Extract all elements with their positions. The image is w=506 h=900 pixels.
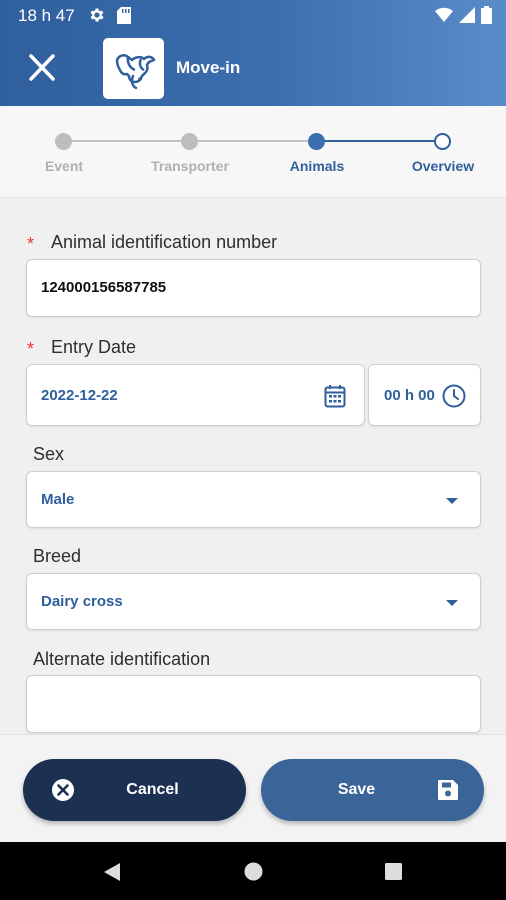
signal-icon xyxy=(459,7,475,23)
chevron-down-icon[interactable] xyxy=(446,498,458,504)
cancel-label: Cancel xyxy=(126,781,179,798)
alt-id-label: Alternate identification xyxy=(33,649,211,669)
nav-back-icon[interactable] xyxy=(103,862,121,882)
calendar-icon[interactable] xyxy=(324,384,346,408)
progress-stepper: Event Transporter Animals Overview xyxy=(0,106,506,198)
sex-value: Male xyxy=(41,491,75,508)
step-dot-transporter[interactable] xyxy=(181,133,198,150)
cow-logo-icon xyxy=(115,53,155,89)
cancel-button[interactable]: Cancel xyxy=(23,759,246,821)
step-dot-overview[interactable] xyxy=(434,133,451,150)
system-nav-bar xyxy=(0,842,506,900)
required-marker: * xyxy=(27,339,35,359)
step-dot-event[interactable] xyxy=(55,133,72,150)
breed-select[interactable]: Dairy cross xyxy=(26,573,481,630)
breed-label: Breed xyxy=(33,546,82,566)
status-right-icons xyxy=(435,6,492,24)
step-dot-animals[interactable] xyxy=(308,133,325,150)
app-logo xyxy=(103,38,164,99)
animal-form: * Animal identification number 124000156… xyxy=(0,198,506,734)
entry-date-input[interactable]: 2022-12-22 xyxy=(26,364,365,426)
close-icon[interactable] xyxy=(22,50,62,86)
status-time: 18 h 47 xyxy=(18,6,75,25)
sd-card-icon xyxy=(117,7,131,24)
entry-time-value: 00 h 00 xyxy=(384,387,435,404)
action-bar: Cancel Save xyxy=(0,734,506,842)
animal-id-value: 124000156587785 xyxy=(41,279,167,296)
app-header: 18 h 47 Move-in xyxy=(0,0,506,106)
animal-id-input[interactable]: 124000156587785 xyxy=(26,259,481,317)
required-marker: * xyxy=(27,234,35,254)
step-connector xyxy=(190,140,317,142)
wifi-icon xyxy=(435,7,453,23)
nav-recents-icon[interactable] xyxy=(385,863,402,880)
clock-icon[interactable] xyxy=(442,384,466,408)
status-bar: 18 h 47 xyxy=(0,0,506,32)
page-title: Move-in xyxy=(176,58,241,77)
step-label-animals[interactable]: Animals xyxy=(262,158,372,174)
entry-time-input[interactable]: 00 h 00 xyxy=(368,364,481,426)
sex-select[interactable]: Male xyxy=(26,471,481,528)
save-label: Save xyxy=(337,781,376,798)
step-label-event[interactable]: Event xyxy=(9,158,119,174)
sex-label: Sex xyxy=(33,444,65,464)
step-label-transporter[interactable]: Transporter xyxy=(135,158,245,174)
entry-date-label: Entry Date xyxy=(51,337,137,357)
animal-id-label: Animal identification number xyxy=(51,232,278,252)
gear-icon xyxy=(90,8,104,22)
save-button[interactable]: Save xyxy=(261,759,484,821)
step-connector xyxy=(317,140,443,142)
step-connector xyxy=(64,140,190,142)
floppy-disk-icon xyxy=(438,780,458,800)
battery-icon xyxy=(481,6,492,24)
breed-value: Dairy cross xyxy=(41,593,123,610)
entry-date-value: 2022-12-22 xyxy=(41,387,118,404)
step-label-overview[interactable]: Overview xyxy=(388,158,498,174)
alt-id-input[interactable] xyxy=(26,675,481,733)
nav-home-icon[interactable] xyxy=(244,862,263,881)
chevron-down-icon[interactable] xyxy=(446,600,458,606)
